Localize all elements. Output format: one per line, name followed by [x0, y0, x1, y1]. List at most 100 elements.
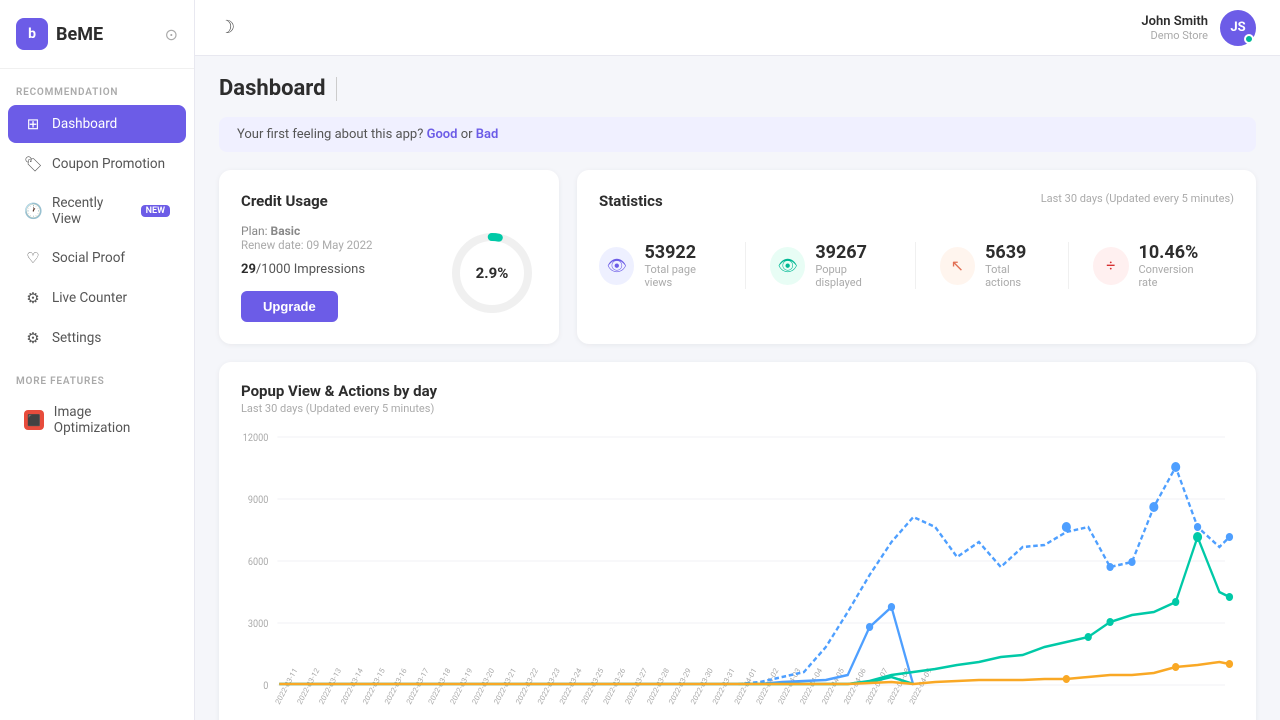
sidebar-item-recently-view[interactable]: 🕐 Recently View New — [8, 185, 186, 237]
app-name: BeME — [56, 24, 103, 45]
avatar-initials: JS — [1230, 20, 1245, 35]
image-opt-icon: ⬛ — [24, 410, 44, 430]
impressions-row: 29/1000 Impressions — [241, 262, 423, 277]
pv-dot — [1149, 502, 1158, 512]
svg-text:3000: 3000 — [248, 619, 268, 630]
conversion-label: Conversion rate — [1139, 263, 1211, 289]
recommendation-label: RECOMMENDATION — [0, 69, 194, 104]
plan-row: Plan: Basic — [241, 224, 423, 238]
user-info: John Smith Demo Store — [1141, 14, 1208, 42]
pa-dot — [1172, 663, 1179, 671]
pd-dot — [1085, 633, 1092, 641]
user-name: John Smith — [1141, 14, 1208, 29]
pa-dot — [1226, 660, 1233, 668]
settings-icon: ⚙ — [24, 329, 42, 347]
sidebar-item-label-coupon: Coupon Promotion — [52, 156, 165, 172]
pv-dot — [1128, 558, 1135, 566]
more-features-label: MORE FEATURES — [0, 358, 194, 393]
svg-text:12000: 12000 — [243, 433, 269, 444]
dark-mode-icon[interactable]: ☽ — [219, 17, 235, 38]
popup-display-line-extended — [738, 537, 1229, 684]
credit-body: Plan: Basic Renew date: 09 May 2022 29/1… — [241, 224, 537, 322]
popup-displayed-label: Popup displayed — [815, 263, 890, 289]
pd-dot — [1106, 618, 1113, 626]
impressions-used: 29 — [241, 262, 256, 277]
pv-dot — [1226, 533, 1233, 541]
pd-dot — [1193, 532, 1202, 542]
popup-displayed-icon: 👁 — [770, 247, 805, 285]
counter-icon: ⚙ — [24, 289, 42, 307]
topbar-right: John Smith Demo Store JS — [1141, 10, 1256, 46]
stat-page-views: 👁 53922 Total page views — [599, 242, 746, 289]
credit-usage-title: Credit Usage — [241, 192, 537, 210]
conversion-icon: ÷ — [1093, 247, 1128, 285]
feedback-or: or — [461, 127, 476, 142]
coupon-icon: 🏷 — [24, 155, 42, 173]
total-actions-label: Total actions — [985, 263, 1044, 289]
new-badge: New — [141, 205, 170, 217]
donut-percentage: 2.9% — [476, 264, 509, 282]
total-actions-value: 5639 — [985, 242, 1044, 263]
topbar-settings-icon[interactable]: ⊙ — [165, 25, 178, 44]
sidebar-item-social-proof[interactable]: ♡ Social Proof — [8, 239, 186, 277]
page-views-label: Total page views — [644, 263, 720, 289]
sidebar-item-label-counter: Live Counter — [52, 290, 127, 306]
credit-info: Plan: Basic Renew date: 09 May 2022 29/1… — [241, 224, 423, 322]
impressions-label: Impressions — [294, 262, 365, 277]
pv-dot — [1062, 522, 1071, 532]
pv-dot — [866, 623, 873, 631]
chart-area: 12000 9000 6000 3000 0 2022-03-11 2022-0… — [241, 427, 1234, 720]
sidebar-item-live-counter[interactable]: ⚙ Live Counter — [8, 279, 186, 317]
page-content: Dashboard Your first feeling about this … — [195, 56, 1280, 720]
sidebar-item-label-social: Social Proof — [52, 250, 125, 266]
pa-dot — [1063, 675, 1070, 683]
upgrade-button[interactable]: Upgrade — [241, 291, 338, 322]
chart-svg: 12000 9000 6000 3000 0 2022-03-11 2022-0… — [241, 427, 1234, 717]
stat-conversion-info: 10.46% Conversion rate — [1139, 242, 1211, 289]
page-views-icon: 👁 — [599, 247, 634, 285]
total-actions-icon: ↖ — [940, 247, 975, 285]
svg-text:6000: 6000 — [248, 557, 268, 568]
social-icon: ♡ — [24, 249, 42, 267]
plan-label-text: Plan: — [241, 224, 268, 238]
svg-text:0: 0 — [263, 681, 268, 692]
sidebar-item-settings[interactable]: ⚙ Settings — [8, 319, 186, 357]
main-content: ☽ John Smith Demo Store JS Dashboard You… — [195, 0, 1280, 720]
sidebar: b BeME ⊙ RECOMMENDATION ⊞ Dashboard 🏷 Co… — [0, 0, 195, 720]
pd-dot — [1226, 593, 1233, 601]
sidebar-item-label-recent: Recently View — [52, 195, 131, 227]
stat-page-views-info: 53922 Total page views — [644, 242, 720, 289]
sidebar-item-label-imgopt: Image Optimization — [54, 404, 170, 436]
pd-dot — [1172, 598, 1179, 606]
cards-row: Credit Usage Plan: Basic Renew date: 09 … — [219, 170, 1256, 344]
stat-popup-displayed: 👁 39267 Popup displayed — [746, 242, 916, 289]
chart-title: Popup View & Actions by day — [241, 382, 1234, 400]
chart-subtitle: Last 30 days (Updated every 5 minutes) — [241, 402, 1234, 415]
pv-dot — [1171, 462, 1180, 472]
stat-total-actions: ↖ 5639 Total actions — [916, 242, 1069, 289]
user-store: Demo Store — [1141, 29, 1208, 42]
feedback-banner: Your first feeling about this app? Good … — [219, 117, 1256, 152]
dashboard-icon: ⊞ — [24, 115, 42, 133]
pv-dot — [1194, 523, 1201, 531]
stats-updated: Last 30 days (Updated every 5 minutes) — [1041, 192, 1234, 205]
sidebar-item-dashboard[interactable]: ⊞ Dashboard — [8, 105, 186, 143]
sidebar-item-image-optimization[interactable]: ⬛ Image Optimization — [8, 394, 186, 446]
page-views-value: 53922 — [644, 242, 720, 263]
avatar[interactable]: JS — [1220, 10, 1256, 46]
sidebar-item-label-dashboard: Dashboard — [52, 116, 117, 132]
recently-icon: 🕐 — [24, 202, 42, 220]
sidebar-item-coupon-promotion[interactable]: 🏷 Coupon Promotion — [8, 145, 186, 183]
svg-text:9000: 9000 — [248, 495, 268, 506]
sidebar-item-label-settings: Settings — [52, 330, 101, 346]
feedback-good-link[interactable]: Good — [427, 127, 458, 142]
logo-icon: b — [16, 18, 48, 50]
conversion-value: 10.46% — [1139, 242, 1211, 263]
popup-displayed-value: 39267 — [815, 242, 890, 263]
renew-date: Renew date: 09 May 2022 — [241, 238, 423, 252]
stat-total-actions-info: 5639 Total actions — [985, 242, 1044, 289]
feedback-text: Your first feeling about this app? — [237, 127, 423, 142]
stats-header: Statistics Last 30 days (Updated every 5… — [599, 192, 1234, 224]
logo-area: b BeME ⊙ — [0, 0, 194, 69]
feedback-bad-link[interactable]: Bad — [476, 127, 499, 142]
